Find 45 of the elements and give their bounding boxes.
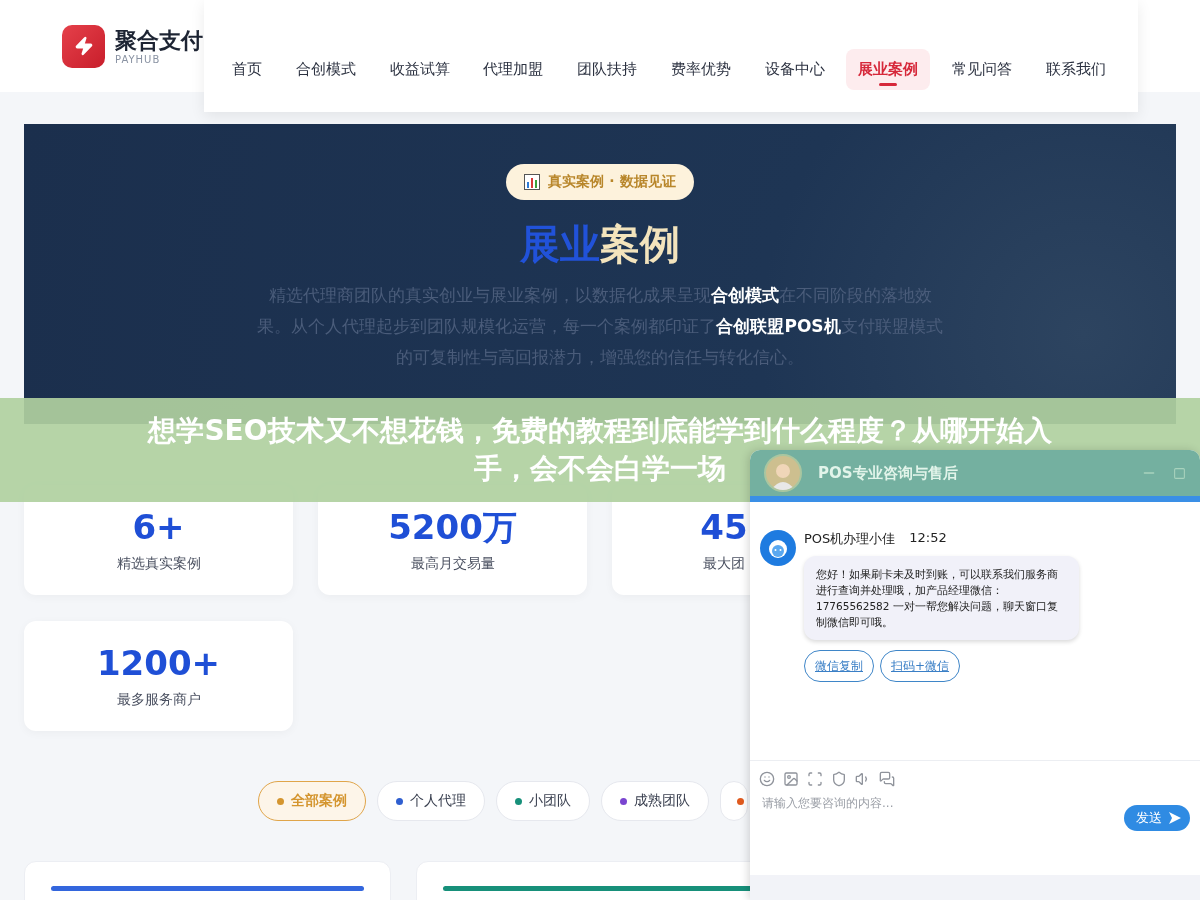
stat-value: 5200万: [388, 507, 517, 547]
nav-link[interactable]: 收益试算: [377, 48, 462, 90]
filter-chip[interactable]: 个人代理: [377, 781, 485, 821]
message-time: 12:52: [909, 530, 947, 547]
filter-chip[interactable]: 成熟团队: [601, 781, 709, 821]
nav-link[interactable]: 团队扶持: [565, 48, 650, 90]
filter-chip[interactable]: [720, 781, 748, 821]
filter-chip[interactable]: 小团队: [496, 781, 590, 821]
quick-reply-button[interactable]: 微信复制: [804, 650, 874, 682]
expand-icon[interactable]: [807, 771, 823, 787]
article-title-line: 手，会不会白学一场: [474, 451, 726, 487]
quick-reply-button[interactable]: 扫码+微信: [880, 650, 961, 682]
nav-link[interactable]: 代理加盟: [471, 48, 556, 90]
stat-label: 最高月交易量: [410, 555, 495, 573]
agent-avatar-icon: [760, 530, 796, 566]
stat-value: 45: [700, 507, 748, 547]
nav-link[interactable]: 费率优势: [658, 48, 743, 90]
avatar-icon: [764, 454, 802, 492]
image-icon[interactable]: [783, 771, 799, 787]
nav-link[interactable]: 常见问答: [940, 48, 1025, 90]
nav-link[interactable]: 首页: [220, 48, 274, 90]
nav-link[interactable]: 设备中心: [752, 48, 837, 90]
section-title: 展业案例: [520, 220, 680, 269]
nav-link[interactable]: 展业案例: [846, 48, 931, 90]
bar-chart-icon: [524, 174, 541, 190]
stat-label: 最大团: [703, 555, 745, 573]
chat-bubbles-icon[interactable]: [879, 771, 895, 787]
shield-icon[interactable]: [831, 771, 847, 787]
logo-icon: [62, 24, 105, 68]
stat-label: 精选真实案例: [116, 555, 201, 573]
stat-value: 1200+: [96, 643, 221, 683]
stat-value: 6+: [132, 507, 185, 547]
brand-tagline: PAYHUB: [115, 53, 162, 65]
nav-link[interactable]: 联系我们: [1033, 48, 1118, 90]
chat-title: POS专业咨询与售后: [818, 463, 959, 483]
article-title-line: 想学SEO技术又不想花钱，免费的教程到底能学到什么程度？从哪开始入: [148, 413, 1052, 449]
agent-name: POS机办理小佳: [804, 530, 896, 548]
emoji-icon[interactable]: [759, 771, 775, 787]
send-icon: [1168, 811, 1182, 825]
nav-link[interactable]: 合创模式: [283, 48, 368, 90]
brand-name: 聚合支付: [115, 27, 203, 54]
badge-text: 真实案例 · 数据见证: [548, 173, 676, 191]
stat-label: 最多服务商户: [116, 691, 201, 709]
message-bubble: 您好！如果刷卡未及时到账，可以联系我们服务商进行查询并处理哦，加产品经理微信：17765562582 一对一帮您解决问题，聊天窗口复制微信即可哦。: [804, 556, 1079, 640]
send-button[interactable]: 发送: [1124, 805, 1190, 831]
